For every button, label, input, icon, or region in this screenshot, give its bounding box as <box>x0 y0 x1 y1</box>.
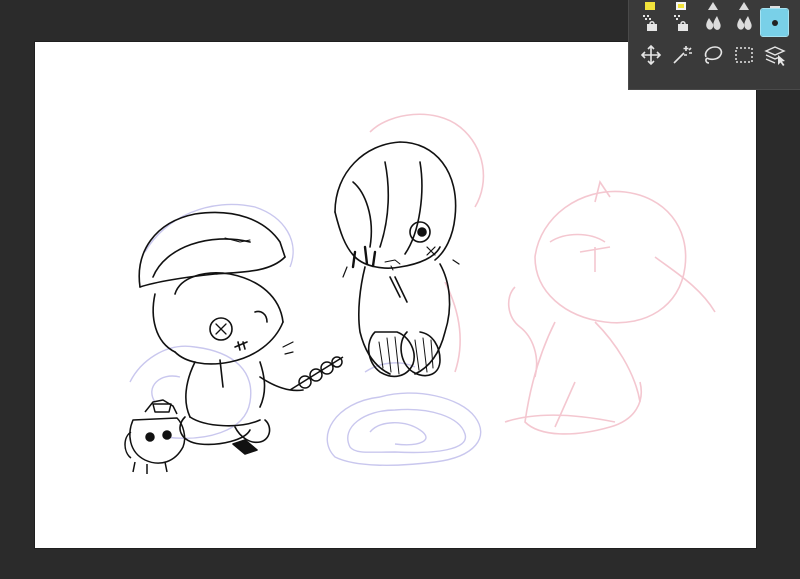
middle-character <box>334 141 460 378</box>
skewer <box>289 356 344 391</box>
layer-select-icon[interactable] <box>761 41 788 68</box>
tool-palette <box>628 0 800 90</box>
tool-row-bottom <box>637 41 788 68</box>
fill-tool-icon[interactable] <box>668 9 695 36</box>
left-character <box>138 211 304 455</box>
lasso-icon[interactable] <box>699 41 726 68</box>
water-drop-icon[interactable] <box>730 9 757 36</box>
dot-brush-icon[interactable] <box>760 8 789 37</box>
drawing-canvas[interactable] <box>35 42 756 548</box>
water-drop-icon[interactable] <box>699 9 726 36</box>
tool-row-middle <box>637 8 800 37</box>
magic-wand-icon[interactable] <box>668 41 695 68</box>
dog-character <box>124 399 186 474</box>
artwork <box>124 113 716 474</box>
pink-sketch <box>369 113 716 435</box>
triangle-tool-icon[interactable] <box>792 9 800 36</box>
move-tool-icon[interactable] <box>637 41 664 68</box>
rect-select-icon[interactable] <box>730 41 757 68</box>
fill-tool-icon[interactable] <box>637 9 664 36</box>
